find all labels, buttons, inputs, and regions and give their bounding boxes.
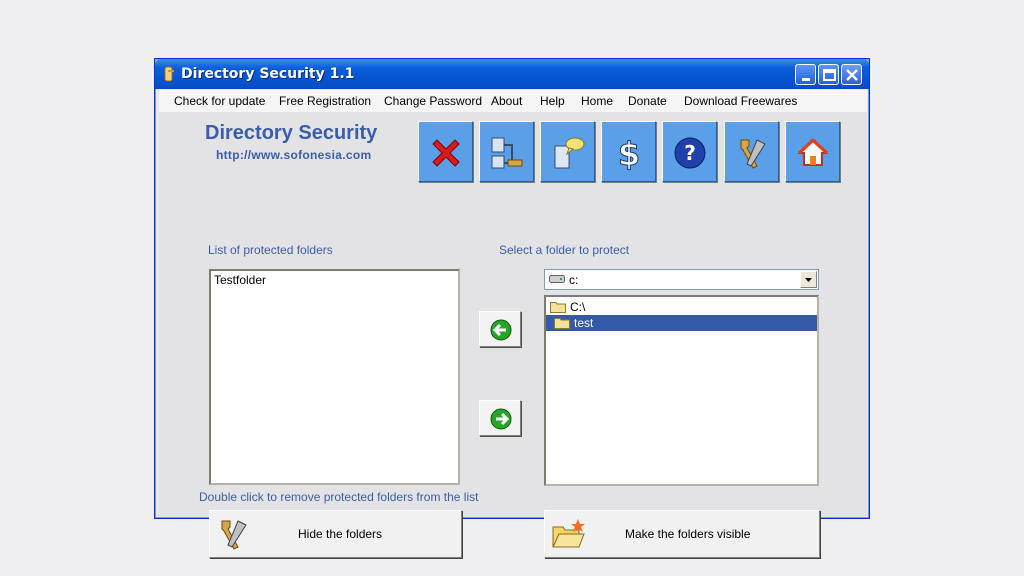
drive-select[interactable]: c: xyxy=(544,269,819,290)
tree-item-root[interactable]: C:\ xyxy=(548,299,698,315)
tools-button[interactable] xyxy=(724,121,779,182)
tools-icon xyxy=(221,520,247,550)
menu-free-registration[interactable]: Free Registration xyxy=(279,94,371,108)
home-button[interactable] xyxy=(785,121,840,182)
svg-text:?: ? xyxy=(684,141,696,165)
folder-open-icon xyxy=(554,318,570,329)
app-key-icon xyxy=(164,66,174,82)
protected-folders-label: List of protected folders xyxy=(208,243,333,257)
menu-help[interactable]: Help xyxy=(540,94,565,108)
remove-from-list-button[interactable] xyxy=(479,400,521,436)
menu-home[interactable]: Home xyxy=(581,94,613,108)
menu-check-for-update[interactable]: Check for update xyxy=(174,94,265,108)
hide-folders-button[interactable]: Hide the folders xyxy=(209,510,462,558)
computer-chat-icon xyxy=(554,137,585,169)
folder-tree[interactable]: C:\ test xyxy=(544,295,819,486)
hide-folders-label: Hide the folders xyxy=(298,527,383,541)
network-button[interactable] xyxy=(479,121,534,182)
menu-donate[interactable]: Donate xyxy=(628,94,667,108)
folder-open-icon xyxy=(550,302,566,313)
folder-open-icon xyxy=(552,519,585,548)
computer-message-button[interactable] xyxy=(540,121,595,182)
dropdown-button[interactable] xyxy=(800,271,817,288)
minimize-button[interactable] xyxy=(795,64,816,85)
close-icon xyxy=(846,69,858,81)
make-visible-label: Make the folders visible xyxy=(625,527,751,541)
maximize-icon xyxy=(823,69,836,81)
tree-item-test[interactable]: test xyxy=(546,315,817,331)
remove-hint-label: Double click to remove protected folders… xyxy=(199,490,479,504)
menu-download-freewares[interactable]: Download Freewares xyxy=(684,94,797,108)
network-lock-icon xyxy=(491,137,523,169)
arrow-right-icon xyxy=(490,408,512,430)
help-icon: ? xyxy=(674,137,706,169)
add-to-list-button[interactable] xyxy=(479,311,521,347)
make-visible-button[interactable]: Make the folders visible xyxy=(544,510,820,558)
minimize-icon xyxy=(802,78,810,81)
maximize-button[interactable] xyxy=(818,64,839,85)
help-button[interactable]: ? xyxy=(662,121,717,182)
close-window-button[interactable] xyxy=(841,64,862,85)
arrow-left-icon xyxy=(490,319,512,341)
app-window: Directory Security 1.1 Check for update … xyxy=(154,58,870,558)
brand-url[interactable]: http://www.sofonesia.com xyxy=(216,148,371,162)
list-item[interactable]: Testfolder xyxy=(214,273,266,287)
home-icon xyxy=(797,137,829,166)
tools-icon xyxy=(740,139,766,169)
close-x-icon xyxy=(432,139,460,167)
menu-change-password[interactable]: Change Password xyxy=(384,94,482,108)
svg-text:$: $ xyxy=(618,136,640,170)
window-title: Directory Security 1.1 xyxy=(181,66,355,82)
chevron-down-icon xyxy=(805,278,812,282)
menu-bar: Check for update Free Registration Chang… xyxy=(159,90,867,112)
menu-about[interactable]: About xyxy=(491,94,522,108)
exit-button[interactable] xyxy=(418,121,473,182)
dollar-icon: $ xyxy=(617,136,640,170)
title-bar[interactable]: Directory Security 1.1 xyxy=(155,59,869,89)
protected-folders-list[interactable]: Testfolder xyxy=(209,269,460,485)
drive-value: c: xyxy=(569,273,579,287)
drive-icon xyxy=(549,275,565,283)
client-area: Directory Security http://www.sofonesia.… xyxy=(159,112,867,558)
select-folder-label: Select a folder to protect xyxy=(499,243,630,257)
brand-title: Directory Security xyxy=(205,122,378,144)
donate-button[interactable]: $ xyxy=(601,121,656,182)
